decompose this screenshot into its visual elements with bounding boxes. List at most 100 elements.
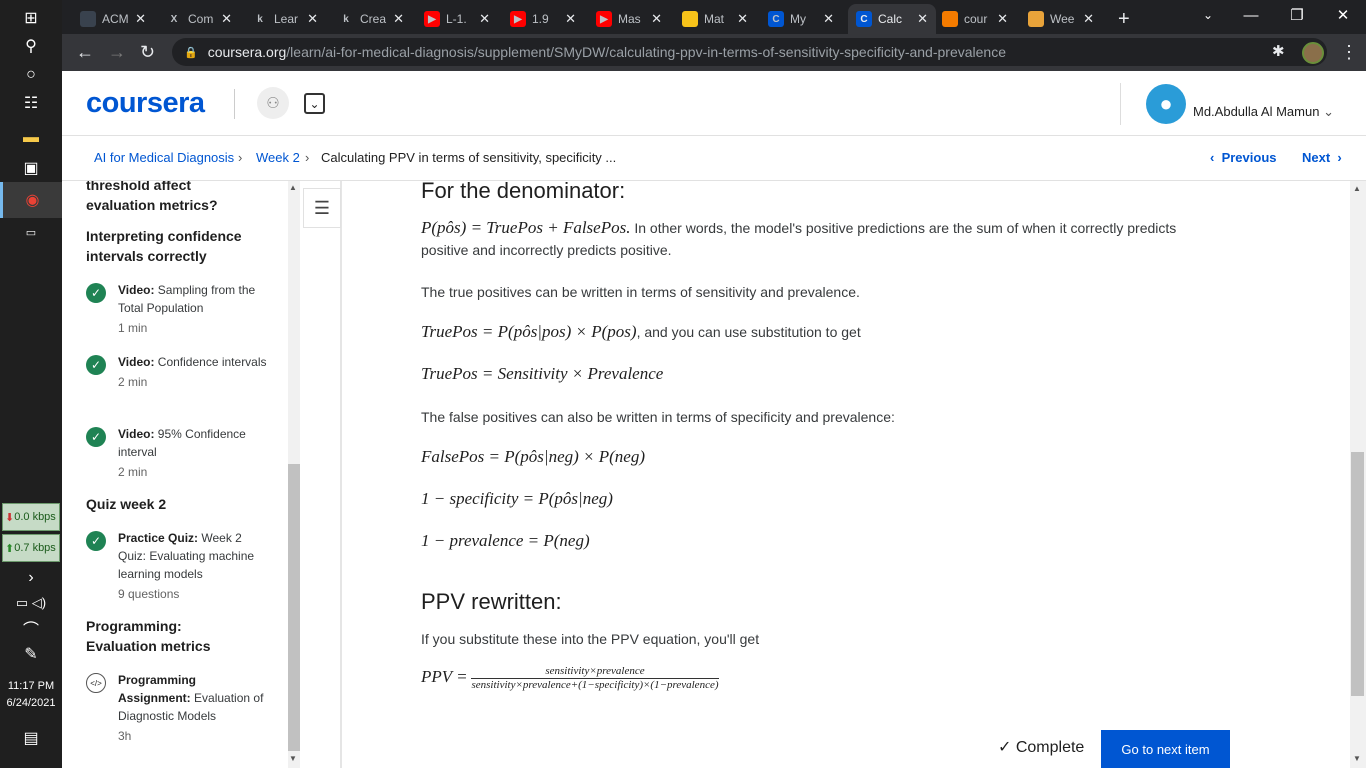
user-avatar[interactable]: ● — [1146, 84, 1186, 124]
close-tab-icon[interactable]: ✕ — [997, 11, 1008, 27]
browser-tab[interactable]: ▶ L-1. ✕ — [416, 4, 498, 34]
terminal-icon[interactable]: ▭ — [0, 214, 62, 250]
close-tab-icon[interactable]: ✕ — [393, 11, 404, 27]
address-bar[interactable]: 🔒 coursera.org/learn/ai-for-medical-diag… — [172, 38, 1327, 66]
scroll-down-icon[interactable]: ▼ — [289, 754, 297, 763]
sidebar-item-95-confidence[interactable]: ✓ Video: 95% Confidence interval 2 min — [86, 425, 276, 485]
item-duration: 3h — [118, 729, 132, 743]
youtube-icon: ▶ — [424, 11, 440, 27]
sidebar-section-quiz[interactable]: Quiz week 2 — [86, 494, 276, 514]
menu-dots-icon[interactable]: ⋮ — [1340, 42, 1358, 63]
item-type: Video: — [118, 427, 155, 441]
completed-check-icon: ✓ — [86, 531, 106, 551]
browser-tab[interactable]: X Com ✕ — [158, 4, 240, 34]
pen-icon[interactable]: ✎ — [0, 636, 62, 672]
sidebar-section-confidence[interactable]: Interpreting confidence intervals correc… — [86, 226, 276, 266]
windows-taskbar: ⊞ ⚲ ○ ☷ ▬ ▣ ◉ ▭ ⬇ 0.0 kbps ⬆ 0.7 kbps › ▭ … — [0, 0, 62, 768]
header-divider — [234, 89, 235, 119]
section-title-line2: Evaluation metrics — [86, 638, 211, 654]
new-tab-icon[interactable]: + — [1110, 4, 1138, 34]
section-title-line1: Programming: — [86, 618, 182, 634]
equation-specificity: 1 − specificity = P(pôs|neg) — [421, 489, 613, 508]
tab-label: Crea — [360, 12, 387, 26]
browser-tab[interactable]: C Calc ✕ — [848, 4, 936, 34]
sidebar-scrollbar-thumb[interactable] — [288, 464, 300, 751]
browser-tab[interactable]: ▶ 1.9 ✕ — [502, 4, 584, 34]
net-down-label: 0.0 kbps — [14, 511, 56, 523]
sidebar-item-sampling[interactable]: ✓ Video: Sampling from the Total Populat… — [86, 281, 276, 341]
app-icon[interactable]: ▣ — [0, 150, 62, 186]
list-icon: ☰ — [313, 197, 331, 218]
sidebar-section-programming[interactable]: Programming: Evaluation metrics — [86, 616, 276, 656]
code-icon: </> — [86, 673, 106, 693]
next-button[interactable]: Next › — [1302, 150, 1342, 165]
browser-tab[interactable]: k Crea ✕ — [330, 4, 412, 34]
section-title-line2: evaluation metrics? — [86, 197, 218, 213]
minimize-icon[interactable]: — — [1228, 0, 1274, 30]
sidebar-section-threshold[interactable]: threshold affect evaluation metrics? — [86, 181, 276, 215]
go-to-next-item-button[interactable]: Go to next item — [1101, 730, 1230, 768]
user-menu[interactable]: Md.Abdulla Al Mamun ⌄ — [1193, 104, 1334, 120]
truepos-sens-line: TruePos = Sensitivity × Prevalence — [421, 363, 1201, 385]
ppv-denominator: sensitivity×prevalence+(1−specificity)×(… — [471, 679, 719, 691]
sidebar-item-practice-quiz[interactable]: ✓ Practice Quiz: Week 2 Quiz: Evaluating… — [86, 529, 276, 605]
task-view-icon[interactable]: ☷ — [0, 85, 62, 121]
close-tab-icon[interactable]: ✕ — [221, 11, 232, 27]
tab-label: My — [790, 12, 806, 26]
browser-tab[interactable]: C My ✕ — [760, 4, 842, 34]
tab-label: Wee — [1050, 12, 1075, 26]
browser-tab[interactable]: Mat ✕ — [674, 4, 756, 34]
groups-icon[interactable]: ⚇ — [257, 87, 289, 119]
back-icon[interactable]: ← — [76, 42, 94, 63]
browser-tab[interactable]: ▶ Mas ✕ — [588, 4, 670, 34]
coursera-logo[interactable]: coursera — [86, 87, 205, 120]
main-scrollbar-thumb[interactable] — [1351, 452, 1364, 696]
close-tab-icon[interactable]: ✕ — [565, 11, 576, 27]
close-window-icon[interactable]: ✕ — [1320, 0, 1366, 30]
ppv-lhs: PPV = — [421, 667, 468, 687]
scroll-down-icon[interactable]: ▼ — [1353, 754, 1361, 763]
notification-icon[interactable]: ▤ — [0, 720, 62, 756]
close-tab-icon[interactable]: ✕ — [307, 11, 318, 27]
close-tab-icon[interactable]: ✕ — [479, 11, 490, 27]
close-tab-icon[interactable]: ✕ — [737, 11, 748, 27]
scroll-up-icon[interactable]: ▲ — [289, 183, 297, 192]
browser-tab[interactable]: cour ✕ — [934, 4, 1016, 34]
youtube-icon: ▶ — [510, 11, 526, 27]
table-of-contents-button[interactable]: ☰ — [303, 188, 341, 228]
chrome-taskbar-icon[interactable]: ◉ — [0, 182, 62, 218]
forward-icon[interactable]: → — [108, 42, 126, 63]
sidebar-item-programming-assignment[interactable]: </> Programming Assignment: Evaluation o… — [86, 671, 276, 743]
close-tab-icon[interactable]: ✕ — [1083, 11, 1094, 27]
close-tab-icon[interactable]: ✕ — [135, 11, 146, 27]
browser-tab[interactable]: Wee ✕ — [1020, 4, 1102, 34]
reload-icon[interactable]: ↻ — [140, 42, 155, 63]
close-tab-icon[interactable]: ✕ — [917, 11, 928, 27]
clock[interactable]: 11:17 PM 6/24/2021 — [0, 678, 62, 712]
browser-tab[interactable]: k Lear ✕ — [244, 4, 326, 34]
restore-icon[interactable]: ❐ — [1274, 0, 1320, 30]
close-tab-icon[interactable]: ✕ — [651, 11, 662, 27]
completed-check-icon: ✓ — [86, 355, 106, 375]
tab-label: Com — [188, 12, 214, 26]
profile-avatar-icon[interactable] — [1302, 42, 1324, 64]
user-icon: ● — [1159, 91, 1173, 116]
tab-search-icon[interactable]: ⌄ — [1185, 0, 1231, 30]
breadcrumb-course-link[interactable]: AI for Medical Diagnosis — [94, 150, 234, 165]
chevron-down-icon: ⌄ — [1323, 104, 1334, 119]
sidebar-item-confidence-intervals[interactable]: ✓ Video: Confidence intervals 2 min — [86, 353, 276, 413]
tab-label: Mat — [704, 12, 725, 26]
breadcrumb-week-link[interactable]: Week 2 — [256, 150, 300, 165]
previous-button[interactable]: ‹ Previous — [1210, 150, 1277, 165]
falsepos-equation-line: FalsePos = P(pôs|neg) × P(neg) — [421, 446, 1201, 468]
browser-tab[interactable]: ACM ✕ — [72, 4, 154, 34]
ppv-numerator: sensitivity×prevalence — [471, 665, 719, 679]
clock-date: 6/24/2021 — [6, 697, 56, 709]
chevron-down-icon[interactable]: ⌄ — [304, 93, 325, 114]
scroll-up-icon[interactable]: ▲ — [1353, 184, 1361, 193]
close-tab-icon[interactable]: ✕ — [823, 11, 834, 27]
false-positives-paragraph: The false positives can also be written … — [421, 409, 895, 425]
item-duration: 9 questions — [118, 587, 180, 601]
breadcrumb: AI for Medical Diagnosis › Week 2 › Calc… — [62, 136, 1366, 181]
extensions-icon[interactable]: ✱ — [1272, 42, 1285, 60]
